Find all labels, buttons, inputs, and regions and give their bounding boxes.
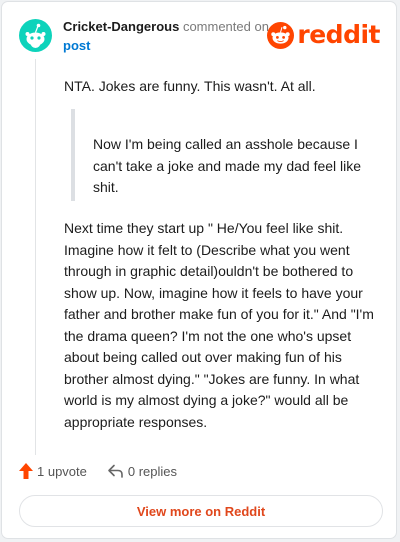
comment-header: Cricket-Dangerous commented on post [63, 17, 278, 55]
post-link[interactable]: post [63, 36, 278, 55]
reddit-wordmark: reddit [297, 20, 380, 49]
commented-on-text: commented on [182, 19, 269, 34]
comment-embed-card: Cricket-Dangerous commented on post redd… [1, 1, 397, 539]
reddit-logo[interactable]: reddit [267, 20, 380, 50]
view-more-button[interactable]: View more on Reddit [19, 495, 383, 527]
upvote-count: 1 upvote [37, 463, 87, 479]
comment-intro: NTA. Jokes are funny. This wasn't. At al… [64, 78, 316, 94]
blockquote: Now I'm being called an asshole because … [71, 109, 376, 201]
reddit-alien-icon [267, 21, 295, 49]
avatar[interactable] [19, 19, 52, 52]
replies-button[interactable]: 0 replies [107, 463, 177, 479]
upvote-arrow-icon [19, 463, 33, 479]
username[interactable]: Cricket-Dangerous [63, 19, 179, 34]
comment-actions: 1 upvote 0 replies [19, 461, 177, 481]
reply-arrow-icon [108, 464, 123, 478]
quote-text: Now I'm being called an asshole because … [93, 136, 362, 195]
replies-count: 0 replies [127, 463, 178, 479]
upvote-button[interactable]: 1 upvote [19, 463, 87, 479]
thread-line [35, 59, 36, 455]
comment-body: Next time they start up " He/You feel li… [64, 220, 374, 430]
